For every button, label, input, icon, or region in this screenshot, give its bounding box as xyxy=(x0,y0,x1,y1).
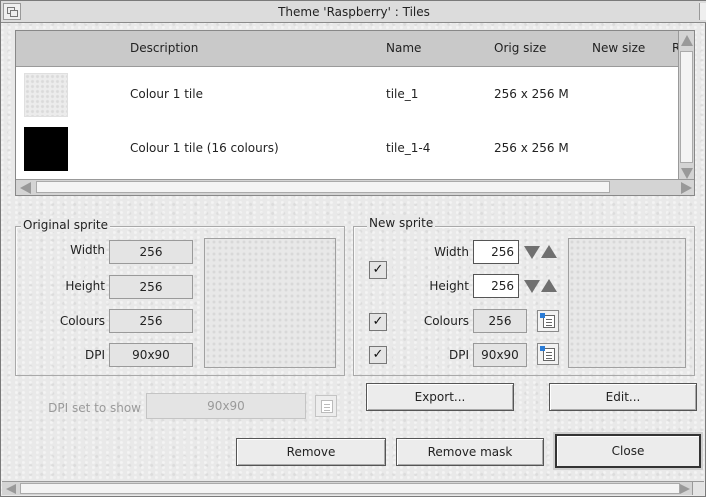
table-row[interactable]: Colour 1 tile tile_1 256 x 256 M xyxy=(16,68,680,122)
height-decrease-icon[interactable] xyxy=(524,280,540,293)
row-description: Colour 1 tile (16 colours) xyxy=(130,141,279,155)
scroll-thumb[interactable] xyxy=(20,483,680,494)
original-dpi-field: 90x90 xyxy=(109,343,193,367)
row-orig-size: 256 x 256 M xyxy=(494,141,569,155)
dpi-set-label: DPI set to show xyxy=(48,401,141,415)
resize-handle-icon[interactable] xyxy=(692,482,704,495)
colours-menu-icon[interactable] xyxy=(537,310,559,332)
column-header-orig-size[interactable]: Orig size xyxy=(494,41,546,55)
new-colours-label: Colours xyxy=(423,314,469,328)
window-close-icon[interactable] xyxy=(699,3,706,20)
close-button[interactable]: Close xyxy=(555,434,701,468)
table-header: Description Name Orig size New size R xyxy=(16,31,680,67)
original-width-label: Width xyxy=(70,243,105,257)
new-width-label: Width xyxy=(434,245,469,259)
width-increase-icon[interactable] xyxy=(541,245,557,258)
dpi-menu-icon[interactable] xyxy=(537,343,559,365)
original-height-label: Height xyxy=(65,279,105,293)
new-size-checkbox[interactable]: ✓ xyxy=(369,261,387,279)
new-sprite-label: New sprite xyxy=(367,216,436,230)
new-dpi-label: DPI xyxy=(448,348,469,362)
table-vertical-scrollbar[interactable] xyxy=(678,31,694,181)
column-header-description[interactable]: Description xyxy=(130,41,198,55)
original-height-field: 256 xyxy=(109,275,193,299)
tiles-table[interactable]: Description Name Orig size New size R Co… xyxy=(15,30,695,196)
tile-thumbnail xyxy=(24,127,68,171)
table-row[interactable]: Colour 1 tile (16 colours) tile_1-4 256 … xyxy=(16,122,680,176)
scroll-up-icon[interactable] xyxy=(681,35,693,46)
title-bar[interactable]: Theme 'Raspberry' : Tiles xyxy=(1,1,706,23)
new-sprite-preview xyxy=(568,238,686,368)
window-title: Theme 'Raspberry' : Tiles xyxy=(278,4,430,19)
row-orig-size: 256 x 256 M xyxy=(494,87,569,101)
width-decrease-icon[interactable] xyxy=(524,246,540,259)
window-back-icon[interactable] xyxy=(3,3,21,20)
tile-thumbnail xyxy=(24,73,68,117)
scroll-left-icon[interactable] xyxy=(6,484,16,494)
original-colours-field: 256 xyxy=(109,309,193,333)
new-height-label: Height xyxy=(429,279,469,293)
new-height-input[interactable]: 256 xyxy=(473,274,519,298)
export-button[interactable]: Export... xyxy=(366,383,514,411)
row-name: tile_1-4 xyxy=(386,141,431,155)
row-name: tile_1 xyxy=(386,87,419,101)
scroll-thumb[interactable] xyxy=(36,181,610,193)
new-colours-checkbox[interactable]: ✓ xyxy=(369,313,387,331)
original-colours-label: Colours xyxy=(59,314,105,328)
dpi-set-menu-icon xyxy=(315,395,337,417)
original-sprite-preview xyxy=(204,238,336,368)
edit-button[interactable]: Edit... xyxy=(549,383,697,411)
new-dpi-checkbox[interactable]: ✓ xyxy=(369,346,387,364)
tiles-window: Theme 'Raspberry' : Tiles Description Na… xyxy=(0,0,706,497)
original-sprite-label: Original sprite xyxy=(21,218,110,232)
scroll-right-icon[interactable] xyxy=(681,182,692,194)
scroll-left-icon[interactable] xyxy=(20,182,31,194)
new-colours-field: 256 xyxy=(473,309,527,333)
original-width-field: 256 xyxy=(109,240,193,264)
original-dpi-label: DPI xyxy=(84,348,105,362)
row-description: Colour 1 tile xyxy=(130,87,203,101)
scroll-thumb[interactable] xyxy=(680,51,693,163)
remove-mask-button[interactable]: Remove mask xyxy=(396,438,544,466)
new-width-input[interactable]: 256 xyxy=(473,240,519,264)
remove-button[interactable]: Remove xyxy=(236,438,386,466)
scroll-right-icon[interactable] xyxy=(680,484,690,494)
height-increase-icon[interactable] xyxy=(541,279,557,292)
dpi-set-field: 90x90 xyxy=(146,393,306,419)
new-dpi-field: 90x90 xyxy=(473,343,527,367)
window-horizontal-scrollbar[interactable] xyxy=(2,481,704,495)
column-header-name[interactable]: Name xyxy=(386,41,421,55)
table-horizontal-scrollbar[interactable] xyxy=(16,179,694,195)
scroll-down-icon[interactable] xyxy=(681,168,693,179)
column-header-new-size[interactable]: New size xyxy=(592,41,645,55)
